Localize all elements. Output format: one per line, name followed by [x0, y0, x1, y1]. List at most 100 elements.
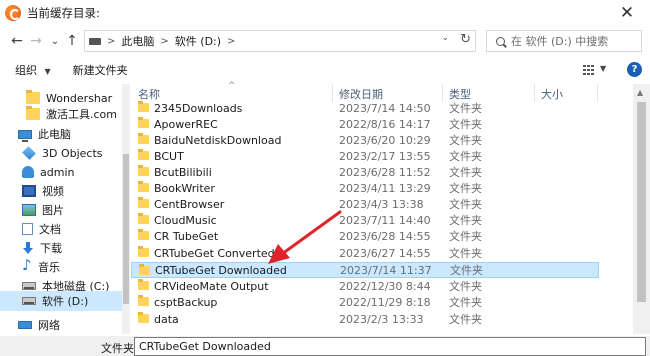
- folder-icon: [138, 117, 149, 128]
- picture-icon: [22, 204, 36, 216]
- computer-icon: [18, 129, 32, 142]
- sidebar-item-music[interactable]: 音乐: [0, 256, 122, 277]
- sidebar-item-3d-objects[interactable]: 3D Objects: [0, 143, 122, 163]
- back-arrow-icon[interactable]: ←: [8, 31, 26, 51]
- file-type: 文件夹: [449, 214, 482, 227]
- folder-icon: [138, 229, 149, 240]
- sidebar-item-label: 激活工具.com: [46, 108, 117, 121]
- list-item[interactable]: CloudMusic 2023/7/11 14:40 文件夹: [131, 212, 599, 228]
- file-date: 2023/7/14 14:50: [339, 101, 431, 115]
- folder-icon: [138, 165, 149, 176]
- file-name: BcutBilibili: [154, 165, 212, 179]
- list-item[interactable]: 2345Downloads 2023/7/14 14:50 文件夹: [131, 100, 599, 116]
- file-name: CR TubeGet: [154, 229, 219, 243]
- folder-icon: [138, 149, 149, 160]
- sidebar-item-label: 文档: [39, 223, 61, 236]
- folder-icon: [26, 106, 40, 120]
- file-date: 2023/6/27 14:55: [339, 246, 431, 260]
- sidebar-item-videos[interactable]: 视频: [0, 181, 122, 201]
- file-name: ApowerREC: [154, 117, 218, 131]
- list-item[interactable]: BCUT 2023/2/17 13:55 文件夹: [131, 148, 599, 164]
- address-bar[interactable]: > 此电脑 > 软件 (D:) > ⌄ ↻: [84, 30, 476, 52]
- file-type: 文件夹: [449, 313, 482, 326]
- file-date: 2022/8/16 14:17: [339, 117, 431, 131]
- sidebar-item-downloads[interactable]: 下载: [0, 238, 122, 258]
- chevron-right-icon: >: [160, 35, 169, 47]
- sort-ascending-icon: ^: [228, 81, 236, 91]
- folder-icon: [138, 181, 149, 192]
- document-icon: [22, 223, 33, 235]
- list-item[interactable]: csptBackup 2022/11/29 8:18 文件夹: [131, 294, 599, 310]
- list-item[interactable]: data 2023/2/3 13:33 文件夹: [131, 311, 599, 327]
- list-item[interactable]: BaiduNetdiskDownload 2023/6/20 10:29 文件夹: [131, 132, 599, 148]
- file-type: 文件夹: [449, 296, 482, 309]
- breadcrumb-this-pc[interactable]: 此电脑: [121, 33, 154, 49]
- file-date: 2022/11/29 8:18: [339, 295, 431, 309]
- list-item[interactable]: CRVideoMate Output 2022/12/30 8:44 文件夹: [131, 278, 599, 294]
- scrollbar-thumb[interactable]: [637, 102, 646, 302]
- refresh-icon[interactable]: ↻: [460, 32, 471, 47]
- list-item[interactable]: CentBrowser 2023/4/3 13:38 文件夹: [131, 196, 599, 212]
- file-date: 2023/7/11 14:40: [339, 213, 431, 227]
- navigation-bar: ← → ⌄ ↑ > 此电脑 > 软件 (D:) > ⌄ ↻ 在 软件 (D:) …: [0, 28, 650, 54]
- title-bar: 当前缓存目录: ✕: [0, 0, 650, 26]
- list-item[interactable]: ApowerREC 2022/8/16 14:17 文件夹: [131, 116, 599, 132]
- file-type: 文件夹: [449, 198, 482, 211]
- sidebar-item-network[interactable]: 网络: [0, 315, 122, 334]
- folder-icon: [139, 264, 150, 275]
- file-name: 2345Downloads: [154, 101, 243, 115]
- navigation-scrollbar[interactable]: [122, 84, 130, 334]
- sidebar-item-this-pc[interactable]: 此电脑: [0, 124, 122, 144]
- sidebar-item-software-d[interactable]: 软件 (D:): [0, 291, 122, 311]
- search-placeholder: 在 软件 (D:) 中搜索: [511, 35, 609, 48]
- file-type: 文件夹: [449, 150, 482, 163]
- file-name: csptBackup: [154, 295, 218, 309]
- view-dropdown-icon[interactable]: ▼: [600, 64, 606, 73]
- file-list: 2345Downloads 2023/7/14 14:50 文件夹 Apower…: [131, 100, 643, 334]
- list-item[interactable]: CRTubeGet Converted 2023/6/27 14:55 文件夹: [131, 245, 599, 261]
- command-bar: 组织 ▼ 新建文件夹 ▼ ?: [0, 57, 650, 83]
- forward-arrow-icon[interactable]: →: [27, 31, 45, 51]
- folder-icon: [138, 197, 149, 208]
- chevron-right-icon: >: [227, 35, 236, 47]
- filename-input[interactable]: CRTubeGet Downloaded: [134, 337, 646, 356]
- file-name: BCUT: [154, 149, 184, 163]
- download-icon: [22, 242, 34, 254]
- up-arrow-icon[interactable]: ↑: [63, 31, 81, 51]
- sidebar-item-label: Wondershar: [46, 91, 113, 105]
- breadcrumb-drive-d[interactable]: 软件 (D:): [175, 33, 221, 49]
- sidebar-item-label: 图片: [42, 204, 64, 217]
- scroll-up-icon[interactable]: ▲: [637, 88, 643, 97]
- sidebar-item-label: 网络: [38, 319, 60, 332]
- caret-down-icon: ▼: [44, 67, 51, 76]
- organize-button[interactable]: 组织 ▼: [15, 62, 51, 78]
- close-button[interactable]: ✕: [616, 2, 638, 24]
- list-item[interactable]: BookWriter 2023/4/11 13:29 文件夹: [131, 180, 599, 196]
- list-item[interactable]: CR TubeGet 2023/6/28 14:55 文件夹: [131, 228, 599, 244]
- local-disk-icon: [22, 282, 36, 290]
- sidebar-item-label: 软件 (D:): [42, 295, 89, 308]
- file-type: 文件夹: [449, 182, 482, 195]
- sidebar-item-activation-tools[interactable]: 激活工具.com: [0, 104, 122, 124]
- list-item[interactable]: BcutBilibili 2023/6/28 11:52 文件夹: [131, 164, 599, 180]
- sidebar-item-pictures[interactable]: 图片: [0, 200, 122, 220]
- file-name: CloudMusic: [154, 213, 217, 227]
- scrollbar-thumb[interactable]: [123, 154, 129, 304]
- address-dropdown-icon[interactable]: ⌄: [441, 33, 449, 43]
- new-folder-button[interactable]: 新建文件夹: [73, 62, 128, 78]
- list-item-selected[interactable]: CRTubeGet Downloaded 2023/7/14 11:37 文件夹: [131, 262, 599, 278]
- file-list-scrollbar[interactable]: ▲: [633, 84, 650, 334]
- window-title: 当前缓存目录:: [27, 6, 100, 20]
- file-name: BookWriter: [154, 181, 215, 195]
- search-input[interactable]: 在 软件 (D:) 中搜索: [486, 30, 642, 52]
- file-date: 2023/4/11 13:29: [339, 181, 431, 195]
- sidebar-item-admin[interactable]: admin: [0, 162, 122, 182]
- help-icon[interactable]: ?: [627, 62, 642, 77]
- file-name: CRTubeGet Converted: [154, 246, 275, 260]
- file-type: 文件夹: [449, 247, 482, 260]
- sidebar-item-documents[interactable]: 文档: [0, 219, 122, 239]
- file-name: CentBrowser: [154, 197, 225, 211]
- 3d-objects-icon: [22, 146, 36, 160]
- recent-locations-icon[interactable]: ⌄: [46, 31, 64, 51]
- view-options-icon[interactable]: [583, 65, 595, 75]
